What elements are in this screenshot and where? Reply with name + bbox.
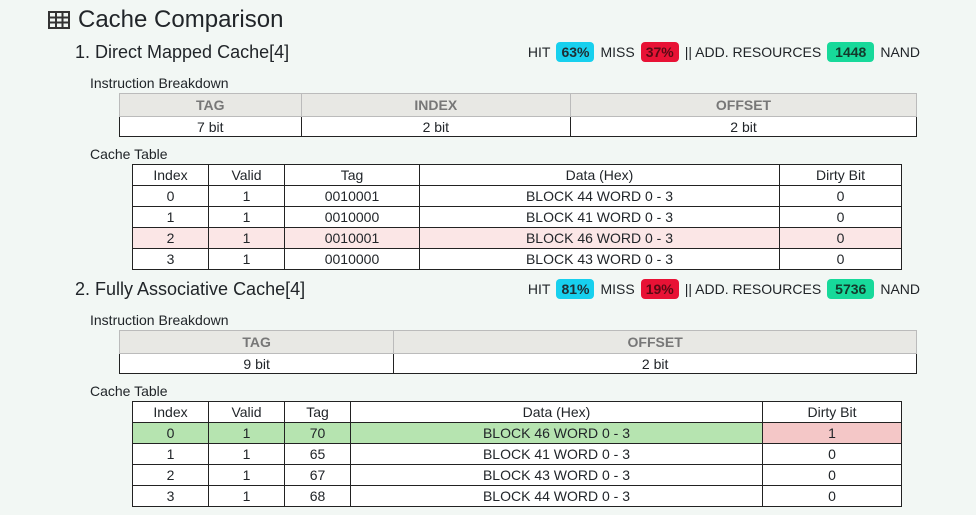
table-cell: 65 bbox=[284, 443, 351, 465]
section-stats: HIT 81% MISS 19% || ADD. RESOURCES 5736 … bbox=[528, 279, 920, 299]
table-row-highlighted: 0 1 70 BLOCK 46 WORD 0 - 3 1 bbox=[132, 422, 902, 444]
instruction-breakdown-table: TAG OFFSET 9 bit 2 bit bbox=[118, 330, 917, 374]
table-cell: 0 bbox=[132, 185, 209, 207]
table-cell: 1 bbox=[132, 206, 209, 228]
table-cell: BLOCK 46 WORD 0 - 3 bbox=[350, 422, 763, 444]
table-cell: 0 bbox=[779, 185, 902, 207]
miss-label: MISS bbox=[600, 281, 635, 297]
section-title: 2. Fully Associative Cache[4] bbox=[75, 279, 306, 299]
table-row: 3 1 0010000 BLOCK 43 WORD 0 - 3 0 bbox=[132, 248, 902, 270]
cache-table-label: Cache Table bbox=[90, 146, 168, 162]
table-row: 1 1 65 BLOCK 41 WORD 0 - 3 0 bbox=[132, 443, 902, 465]
breakdown-value: 7 bit bbox=[119, 116, 302, 137]
table-cell: BLOCK 46 WORD 0 - 3 bbox=[419, 227, 780, 249]
column-header: Valid bbox=[208, 164, 285, 186]
table-cell: 0 bbox=[779, 206, 902, 228]
table-cell: 2 bbox=[132, 227, 209, 249]
table-cell: 0 bbox=[762, 464, 902, 486]
miss-badge: 37% bbox=[640, 42, 679, 62]
table-cell: BLOCK 44 WORD 0 - 3 bbox=[350, 485, 763, 507]
column-header: Index bbox=[132, 164, 209, 186]
column-header: Tag bbox=[284, 401, 351, 423]
table-cell: 3 bbox=[132, 485, 209, 507]
hit-label: HIT bbox=[527, 281, 551, 297]
column-header: Tag bbox=[284, 164, 420, 186]
resources-badge: 1448 bbox=[827, 42, 875, 62]
resources-badge: 5736 bbox=[827, 279, 875, 299]
table-cell: 1 bbox=[208, 422, 285, 444]
breakdown-header: OFFSET bbox=[393, 330, 917, 354]
table-cell: 0 bbox=[762, 443, 902, 465]
table-cell: 1 bbox=[208, 464, 285, 486]
table-cell: 3 bbox=[132, 248, 209, 270]
table-cell: 0010000 bbox=[284, 248, 420, 270]
column-header: Data (Hex) bbox=[350, 401, 763, 423]
column-header: Valid bbox=[208, 401, 285, 423]
breakdown-header: OFFSET bbox=[570, 93, 917, 117]
column-header: Dirty Bit bbox=[779, 164, 902, 186]
resources-label: || ADD. RESOURCES bbox=[684, 281, 822, 297]
table-icon bbox=[48, 11, 70, 29]
table-cell: 1 bbox=[208, 227, 285, 249]
table-cell: 68 bbox=[284, 485, 351, 507]
resources-label: || ADD. RESOURCES bbox=[684, 44, 822, 60]
breakdown-value: 2 bit bbox=[570, 116, 917, 137]
column-header: Dirty Bit bbox=[762, 401, 902, 423]
table-row: 1 1 0010000 BLOCK 41 WORD 0 - 3 0 bbox=[132, 206, 902, 228]
hit-badge: 63% bbox=[556, 42, 595, 62]
table-cell: BLOCK 43 WORD 0 - 3 bbox=[350, 464, 763, 486]
breakdown-header: TAG bbox=[118, 330, 395, 354]
breakdown-label: Instruction Breakdown bbox=[90, 75, 229, 91]
table-cell: 70 bbox=[284, 422, 351, 444]
hit-badge: 81% bbox=[556, 279, 595, 299]
dirty-bit-cell: 1 bbox=[762, 422, 902, 444]
table-cell: 2 bbox=[132, 464, 209, 486]
cache-table: Index Valid Tag Data (Hex) Dirty Bit 0 1… bbox=[132, 401, 902, 507]
column-header: Data (Hex) bbox=[419, 164, 780, 186]
table-row: 0 1 0010001 BLOCK 44 WORD 0 - 3 0 bbox=[132, 185, 902, 207]
table-cell: 67 bbox=[284, 464, 351, 486]
page-title-text: Cache Comparison bbox=[78, 6, 284, 33]
table-cell: 0 bbox=[779, 227, 902, 249]
breakdown-label: Instruction Breakdown bbox=[90, 312, 229, 328]
resources-unit: NAND bbox=[880, 44, 920, 60]
table-row: 3 1 68 BLOCK 44 WORD 0 - 3 0 bbox=[132, 485, 902, 507]
breakdown-header: TAG bbox=[119, 93, 302, 117]
miss-badge: 19% bbox=[640, 279, 679, 299]
table-cell: 1 bbox=[132, 443, 209, 465]
table-cell: 0010000 bbox=[284, 206, 420, 228]
resources-unit: NAND bbox=[880, 281, 920, 297]
table-row-highlighted: 2 1 0010001 BLOCK 46 WORD 0 - 3 0 bbox=[132, 227, 902, 249]
page-title: Cache Comparison bbox=[48, 6, 283, 34]
table-cell: BLOCK 41 WORD 0 - 3 bbox=[419, 206, 780, 228]
table-cell: 0 bbox=[762, 485, 902, 507]
table-cell: 1 bbox=[208, 206, 285, 228]
table-cell: 1 bbox=[208, 185, 285, 207]
table-row: 2 1 67 BLOCK 43 WORD 0 - 3 0 bbox=[132, 464, 902, 486]
table-cell: 1 bbox=[208, 248, 285, 270]
breakdown-value: 2 bit bbox=[393, 353, 917, 374]
breakdown-header: INDEX bbox=[300, 93, 572, 117]
section-stats: HIT 63% MISS 37% || ADD. RESOURCES 1448 … bbox=[528, 42, 920, 62]
table-cell: 0 bbox=[132, 422, 209, 444]
table-cell: 1 bbox=[208, 485, 285, 507]
cache-table: Index Valid Tag Data (Hex) Dirty Bit 0 1… bbox=[132, 164, 902, 270]
table-cell: 0010001 bbox=[284, 227, 420, 249]
hit-label: HIT bbox=[527, 44, 551, 60]
breakdown-value: 2 bit bbox=[300, 116, 572, 137]
table-cell: 0010001 bbox=[284, 185, 420, 207]
column-header: Index bbox=[132, 401, 209, 423]
table-cell: 1 bbox=[208, 443, 285, 465]
instruction-breakdown-table: TAG INDEX OFFSET 7 bit 2 bit 2 bit bbox=[119, 93, 917, 137]
table-cell: BLOCK 43 WORD 0 - 3 bbox=[419, 248, 780, 270]
miss-label: MISS bbox=[600, 44, 635, 60]
table-cell: BLOCK 41 WORD 0 - 3 bbox=[350, 443, 763, 465]
table-cell: BLOCK 44 WORD 0 - 3 bbox=[419, 185, 780, 207]
section-title: 1. Direct Mapped Cache[4] bbox=[75, 42, 290, 62]
table-cell: 0 bbox=[779, 248, 902, 270]
cache-table-label: Cache Table bbox=[90, 383, 168, 399]
breakdown-value: 9 bit bbox=[118, 353, 395, 374]
